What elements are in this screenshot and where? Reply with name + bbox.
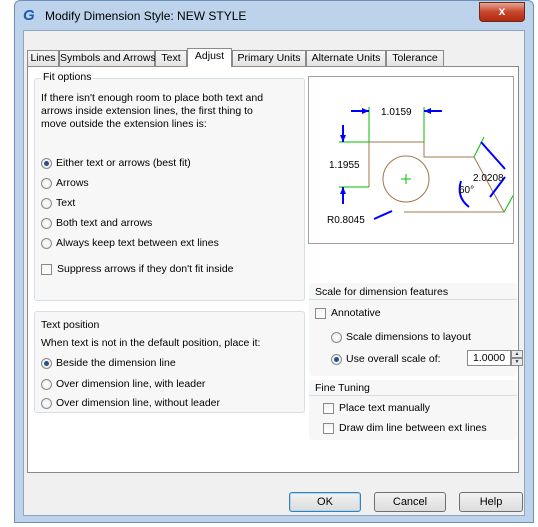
fit-options-description: If there isn't enough room to place both…	[41, 92, 264, 130]
fit-option-text[interactable]: Text	[41, 197, 75, 209]
radio-selected-icon[interactable]	[41, 357, 52, 369]
radio-icon[interactable]	[41, 197, 52, 209]
checkbox-icon[interactable]	[315, 307, 326, 319]
radio-selected-icon[interactable]	[41, 157, 52, 169]
preview-dim-radius: R0.8045	[327, 215, 365, 226]
preview-dim-height: 1.1955	[329, 160, 360, 171]
radio-icon[interactable]	[41, 237, 52, 249]
preview-dim-width: 1.0159	[381, 107, 412, 118]
window-title: Modify Dimension Style: NEW STYLE	[45, 9, 247, 23]
text-position-label: Text position	[41, 319, 100, 331]
scale-divider	[309, 299, 517, 300]
radio-icon[interactable]	[41, 378, 52, 390]
scale-to-layout-radio[interactable]: Scale dimensions to layout	[331, 331, 471, 343]
app-logo-icon: G	[23, 7, 35, 24]
dimension-preview: 1.0159 1.1955 2.0208 60° R0.8045	[308, 76, 520, 244]
text-position-group: Text position When text is not in the de…	[34, 311, 305, 413]
tab-text[interactable]: Text	[155, 50, 187, 66]
tab-symbols-and-arrows[interactable]: Symbols and Arrows	[59, 50, 156, 66]
tab-primary-units[interactable]: Primary Units	[232, 50, 306, 66]
fit-option-both[interactable]: Both text and arrows	[41, 217, 152, 229]
suppress-arrows-checkbox[interactable]: Suppress arrows if they don't fit inside	[41, 263, 234, 275]
preview-arrowheads	[340, 108, 431, 194]
place-text-manually-checkbox[interactable]: Place text manually	[323, 402, 430, 414]
fit-options-label: Fit options	[41, 71, 94, 83]
spin-up-icon[interactable]: ▲	[511, 350, 523, 358]
spin-down-icon[interactable]: ▼	[511, 358, 523, 366]
draw-dim-line-checkbox[interactable]: Draw dim line between ext lines	[323, 422, 487, 434]
dialog-body: Lines Symbols and Arrows Text Adjust Pri…	[23, 30, 525, 516]
checkbox-icon[interactable]	[323, 422, 334, 434]
annotative-checkbox[interactable]: Annotative	[315, 307, 381, 319]
title-bar[interactable]: G Modify Dimension Style: NEW STYLE x	[15, 1, 533, 31]
preview-dim-angle: 60°	[459, 185, 474, 196]
text-position-description: When text is not in the default position…	[41, 337, 261, 349]
tab-lines[interactable]: Lines	[27, 50, 59, 66]
preview-extension-lines	[339, 107, 520, 213]
tab-alternate-units[interactable]: Alternate Units	[306, 50, 386, 66]
radio-icon[interactable]	[41, 177, 52, 189]
overall-scale-input[interactable]: 1.0000	[467, 350, 511, 366]
preview-dim-diagonal: 2.0208	[473, 173, 504, 184]
text-position-over-leader[interactable]: Over dimension line, with leader	[41, 378, 205, 390]
radio-icon[interactable]	[41, 397, 52, 409]
checkbox-icon[interactable]	[323, 402, 334, 414]
fine-tuning-divider	[309, 395, 517, 396]
preview-drawing: 1.0159 1.1955 2.0208 60° R0.8045	[327, 107, 520, 226]
text-position-beside[interactable]: Beside the dimension line	[41, 357, 176, 369]
radio-icon[interactable]	[331, 331, 342, 343]
fit-option-best-fit[interactable]: Either text or arrows (best fit)	[41, 157, 191, 169]
radio-selected-icon[interactable]	[331, 353, 342, 365]
fine-tuning-label: Fine Tuning	[315, 382, 370, 394]
fine-tuning-group: Fine Tuning Place text manually Draw dim…	[309, 380, 517, 440]
ok-button[interactable]: OK	[289, 492, 361, 512]
dialog-window: G Modify Dimension Style: NEW STYLE x Li…	[14, 0, 534, 523]
scale-label: Scale for dimension features	[315, 286, 449, 298]
adjust-tab-panel: Fit options If there isn't enough room t…	[27, 66, 523, 473]
help-button[interactable]: Help	[459, 492, 523, 512]
fit-option-arrows[interactable]: Arrows	[41, 177, 89, 189]
tab-adjust[interactable]: Adjust	[187, 48, 232, 67]
text-position-over-no-leader[interactable]: Over dimension line, without leader	[41, 397, 220, 409]
tab-tolerance[interactable]: Tolerance	[386, 50, 444, 66]
close-button[interactable]: x	[479, 2, 525, 22]
checkbox-icon[interactable]	[41, 263, 52, 275]
radio-icon[interactable]	[41, 217, 52, 229]
fit-option-always-keep[interactable]: Always keep text between ext lines	[41, 237, 219, 249]
use-overall-scale-radio[interactable]: Use overall scale of:	[331, 353, 441, 365]
cancel-button[interactable]: Cancel	[374, 492, 446, 512]
fit-options-group: Fit options If there isn't enough room t…	[34, 71, 305, 301]
